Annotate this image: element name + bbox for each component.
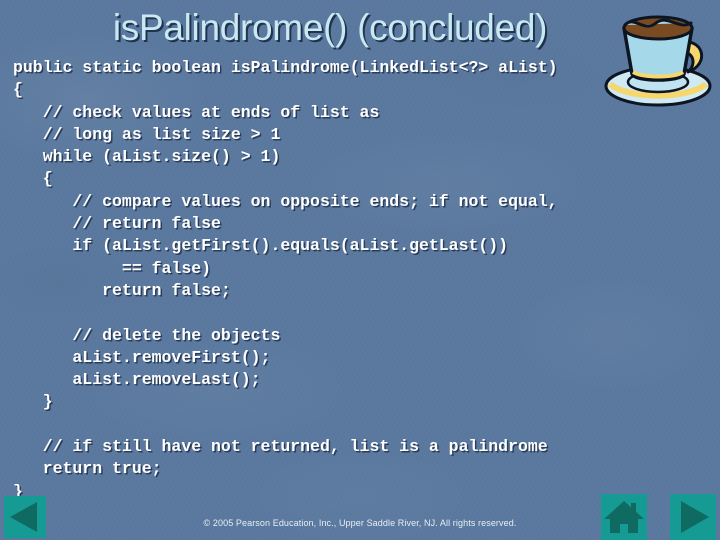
code-line: aList.removeLast(); (13, 370, 261, 390)
code-line: == false) (13, 258, 212, 278)
page-title: isPalindrome() (concluded) (112, 7, 548, 48)
code-line: { (13, 169, 53, 189)
code-block: public static boolean isPalindrome(Linke… (13, 57, 713, 503)
slide: isPalindrome() (concluded) public static… (0, 0, 720, 540)
code-line: // long as list size > 1 (13, 124, 281, 144)
code-line: return true; (13, 459, 162, 479)
left-triangle-icon (4, 496, 46, 538)
code-line: if (aList.getFirst().equals(aList.getLas… (13, 236, 509, 256)
code-line: aList.removeFirst(); (13, 347, 271, 367)
house-icon (601, 494, 647, 540)
code-line: public static boolean isPalindrome(Linke… (13, 58, 558, 77)
code-line: return false; (13, 280, 231, 300)
code-line: while (aList.size() > 1) (13, 147, 281, 167)
code-line: // delete the objects (13, 325, 281, 345)
code-line: // if still have not returned, list is a… (13, 437, 548, 457)
code-line: // compare values on opposite ends; if n… (13, 191, 558, 211)
previous-slide-button[interactable] (4, 496, 46, 538)
code-line: } (13, 392, 53, 412)
next-slide-button[interactable] (670, 494, 716, 540)
code-line: // return false (13, 214, 221, 234)
home-button[interactable] (601, 494, 647, 540)
right-triangle-icon (670, 494, 716, 540)
code-line: // check values at ends of list as (13, 102, 380, 122)
code-line: { (13, 80, 23, 100)
